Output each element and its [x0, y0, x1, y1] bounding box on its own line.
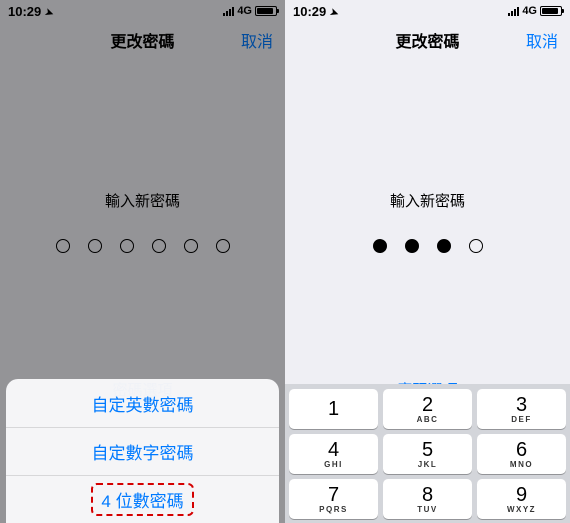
- key-letters: JKL: [418, 460, 438, 469]
- sheet-option-numeric[interactable]: 自定數字密碼: [6, 427, 279, 475]
- key-letters: GHI: [324, 460, 343, 469]
- passcode-dots: [373, 239, 483, 253]
- sheet-option-alphanumeric[interactable]: 自定英數密碼: [6, 379, 279, 427]
- passcode-dot: [469, 239, 483, 253]
- key-2[interactable]: 2ABC: [383, 389, 472, 429]
- status-right: 4G: [508, 5, 562, 17]
- highlight: 4 位數密碼: [91, 483, 193, 516]
- key-letters: WXYZ: [507, 505, 536, 514]
- key-number: 9: [516, 485, 527, 505]
- passcode-dot: [405, 239, 419, 253]
- key-number: 3: [516, 395, 527, 415]
- key-7[interactable]: 7PQRS: [289, 479, 378, 519]
- signal-icon: [508, 6, 519, 16]
- key-letters: MNO: [510, 460, 533, 469]
- passcode-dot: [437, 239, 451, 253]
- key-4[interactable]: 4GHI: [289, 434, 378, 474]
- key-letters: ABC: [417, 415, 439, 424]
- key-number: 6: [516, 440, 527, 460]
- key-number: 8: [422, 485, 433, 505]
- key-number: 1: [328, 399, 339, 419]
- battery-icon: [540, 6, 562, 16]
- sheet-option-4digit[interactable]: 4 位數密碼: [6, 475, 279, 523]
- location-icon: ➤: [328, 6, 340, 19]
- key-number: 5: [422, 440, 433, 460]
- cancel-button[interactable]: 取消: [526, 28, 558, 52]
- key-letters: DEF: [511, 415, 532, 424]
- passcode-prompt: 輸入新密碼: [390, 190, 465, 211]
- key-letters: PQRS: [319, 505, 348, 514]
- network-label: 4G: [522, 5, 537, 17]
- action-sheet: 自定英數密碼 自定數字密碼 4 位數密碼: [6, 379, 279, 523]
- key-9[interactable]: 9WXYZ: [477, 479, 566, 519]
- key-6[interactable]: 6MNO: [477, 434, 566, 474]
- key-number: 2: [422, 395, 433, 415]
- numeric-keypad: 1 2ABC 3DEF 4GHI 5JKL 6MNO 7PQRS 8TUV 9W…: [285, 384, 570, 523]
- key-number: 4: [328, 440, 339, 460]
- key-1[interactable]: 1: [289, 389, 378, 429]
- status-time: 10:29: [293, 4, 326, 19]
- key-8[interactable]: 8TUV: [383, 479, 472, 519]
- passcode-dot: [373, 239, 387, 253]
- key-letters: TUV: [417, 505, 438, 514]
- page-title: 更改密碼: [395, 28, 459, 52]
- key-number: 7: [328, 485, 339, 505]
- key-5[interactable]: 5JKL: [383, 434, 472, 474]
- key-3[interactable]: 3DEF: [477, 389, 566, 429]
